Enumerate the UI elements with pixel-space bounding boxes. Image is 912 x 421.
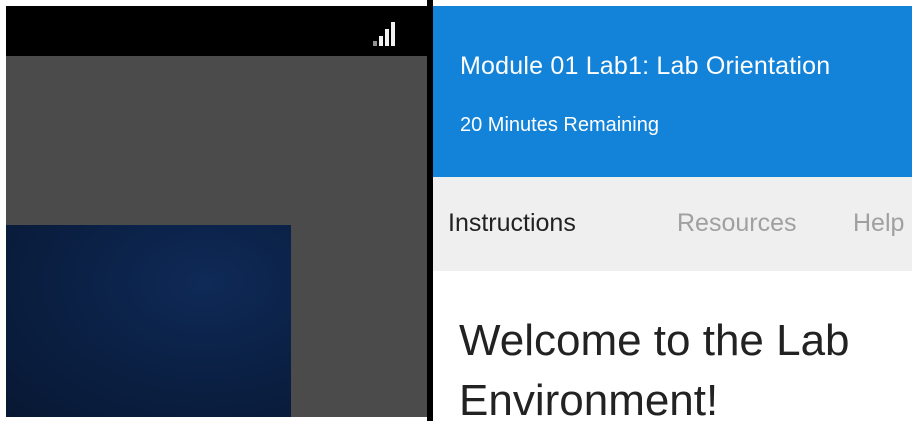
vm-display[interactable] [6,6,433,417]
tab-resources[interactable]: Resources [677,209,797,238]
tab-instructions[interactable]: Instructions [448,209,576,238]
signal-strength-icon [373,20,403,46]
screen: Module 01 Lab1: Lab Orientation 20 Minut… [0,0,912,421]
instructions-content: Welcome to the Lab Environment! [433,271,912,417]
tab-bar: Instructions Resources Help [433,177,912,271]
tab-help[interactable]: Help [853,209,904,238]
time-remaining: 20 Minutes Remaining [460,114,659,136]
lab-title: Module 01 Lab1: Lab Orientation [460,52,831,80]
vm-desktop-background[interactable] [6,225,291,417]
vm-top-bar [6,6,433,56]
content-heading: Welcome to the Lab Environment! [459,316,850,417]
lab-header: Module 01 Lab1: Lab Orientation 20 Minut… [433,6,912,177]
lab-instructions-pane: Module 01 Lab1: Lab Orientation 20 Minut… [433,6,912,417]
